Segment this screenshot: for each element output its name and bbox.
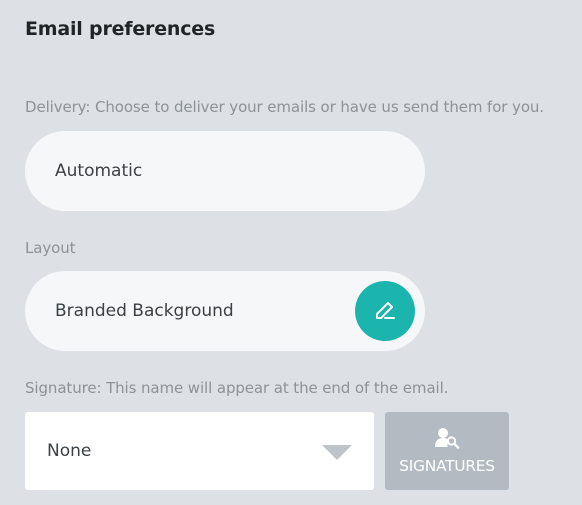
delivery-label: Delivery: Choose to deliver your emails … — [25, 98, 544, 116]
chevron-down-icon — [322, 445, 352, 460]
delivery-value: Automatic — [55, 161, 143, 181]
signatures-button[interactable]: SIGNATURES — [385, 412, 509, 490]
layout-field[interactable]: Branded Background — [25, 271, 425, 351]
signature-select[interactable]: None — [25, 412, 374, 490]
section-title: Email preferences — [25, 18, 216, 40]
edit-layout-button[interactable] — [355, 281, 415, 341]
signature-value: None — [47, 441, 92, 461]
layout-label: Layout — [25, 239, 76, 257]
signature-label: Signature: This name will appear at the … — [25, 379, 449, 397]
layout-value: Branded Background — [55, 301, 234, 321]
signatures-button-label: SIGNATURES — [399, 457, 495, 475]
user-search-icon — [434, 427, 460, 449]
pencil-icon — [372, 298, 398, 324]
delivery-select[interactable]: Automatic — [25, 131, 425, 211]
